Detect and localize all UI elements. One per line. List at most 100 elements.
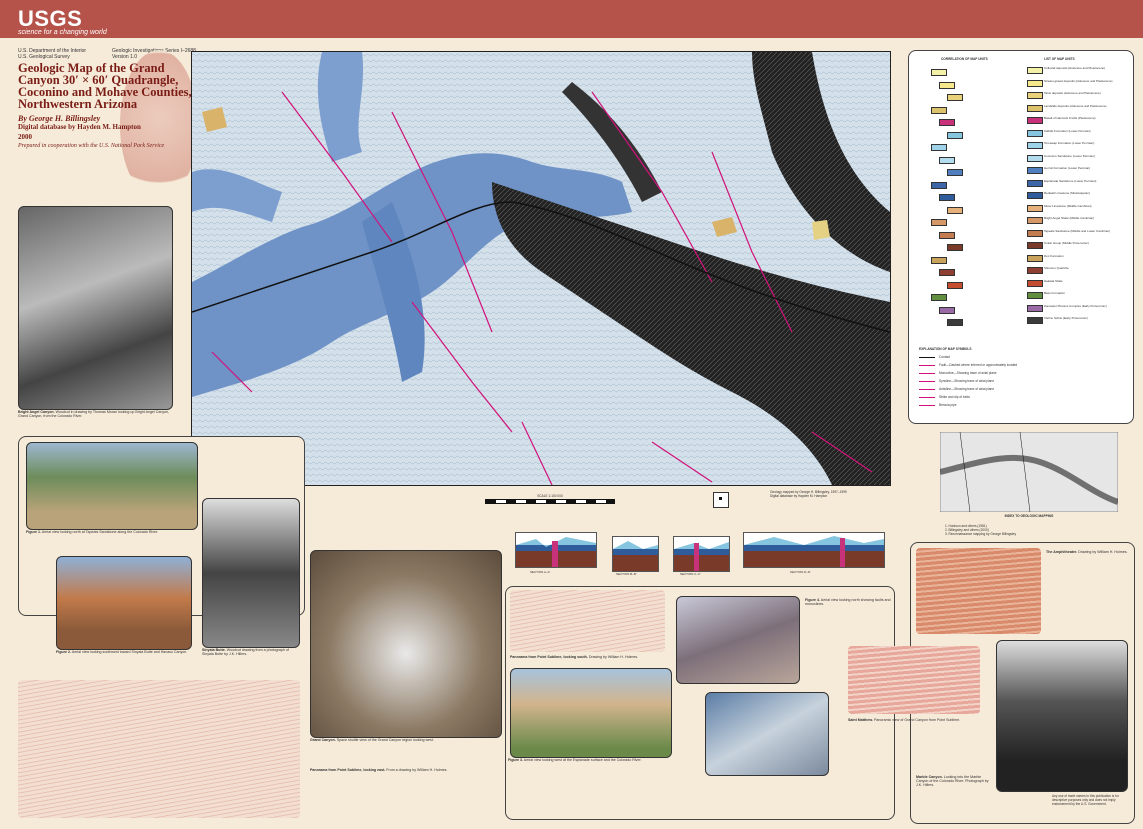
- caption-title: Grand Canyon.: [310, 738, 336, 742]
- caption-text: Aerial view looking west at the Esplanad…: [523, 758, 642, 762]
- photo-caption: Grand Canyon. Space shuttle view of the …: [310, 738, 500, 742]
- correlation-box: [931, 144, 947, 151]
- figure-1-photo[interactable]: [26, 442, 198, 530]
- correlation-box: [939, 81, 955, 89]
- unit-swatch: [1027, 317, 1043, 324]
- cross-section-a: [515, 532, 597, 568]
- correlation-box: [939, 119, 955, 126]
- publication-year: 2000: [18, 133, 32, 141]
- correlation-box: [931, 69, 947, 76]
- geologic-map[interactable]: [191, 51, 891, 486]
- unit-label: Dox Formation: [1044, 253, 1064, 258]
- cross-section-svg: [674, 542, 729, 571]
- legend-unit: Shinumo Quartzite: [1027, 266, 1127, 274]
- caption-text: Space shuttle view of the Grand Canyon r…: [336, 738, 434, 742]
- unit-label: Zoroaster Plutonic Complex (Early Proter…: [1044, 303, 1107, 308]
- legend-unit: Tapeats Sandstone (Middle and Lower Camb…: [1027, 228, 1127, 237]
- legend-unit: Stream-gravel deposits (Holocene and Ple…: [1027, 79, 1127, 87]
- correlation-box: [947, 94, 963, 101]
- correlation-box: [931, 219, 947, 226]
- agency-line: U.S. Geological Survey: [18, 54, 70, 60]
- symbol-line: [919, 397, 935, 398]
- unit-swatch: [1027, 179, 1043, 187]
- legend-unit: Kaibab Formation (Lower Permian): [1027, 128, 1127, 137]
- figure-2-photo[interactable]: [56, 556, 192, 650]
- unit-swatch: [1027, 92, 1043, 99]
- cross-section-label: SECTION B–B′: [616, 572, 637, 576]
- legend-unit: Unkar Group (Middle Proterozoic): [1027, 241, 1127, 249]
- correlation-box: [931, 181, 947, 189]
- amphitheater-drawing[interactable]: [916, 548, 1041, 634]
- correlation-box: [947, 206, 963, 214]
- unit-label: Vishnu Schist (Early Proterozoic): [1044, 316, 1088, 320]
- marble-canyon-photo[interactable]: [996, 640, 1128, 792]
- caption-text: From a drawing by William H. Holmes.: [386, 768, 448, 772]
- symbols-heading: EXPLANATION OF MAP SYMBOLS: [919, 347, 972, 351]
- legend-unit: Toroweap Formation (Lower Permian): [1027, 141, 1127, 149]
- photo-caption: Marble Canyon. Looking into the Marble C…: [916, 775, 991, 788]
- unit-label: Tapeats Sandstone (Middle and Lower Camb…: [1044, 228, 1111, 233]
- correlation-box: [947, 131, 963, 139]
- unit-label: Colluvial deposits (Holocene and Pleisto…: [1044, 66, 1106, 70]
- unit-swatch: [1027, 192, 1043, 199]
- legend-unit: Coconino Sandstone (Lower Permian): [1027, 153, 1127, 162]
- unit-swatch: [1027, 204, 1043, 212]
- unit-label: Unkar Group (Middle Proterozoic): [1044, 241, 1089, 245]
- symbol-label: Monocline—Showing trace of axial plane: [939, 371, 997, 375]
- unit-swatch: [1027, 229, 1043, 237]
- cross-section-d: [743, 532, 885, 568]
- figure-3-photo[interactable]: [510, 668, 672, 758]
- database-credit: Digital database by Hayden M. Hampton: [18, 123, 141, 131]
- correlation-box: [947, 244, 963, 251]
- panorama-sketch-east[interactable]: [18, 680, 300, 818]
- correlation-box: [947, 319, 963, 326]
- unit-swatch: [1027, 279, 1043, 287]
- index-map-inset: INDEX TO GEOLOGIC MAPPING: [939, 431, 1120, 518]
- space-shuttle-photo[interactable]: [310, 550, 502, 738]
- scale-label: SCALE 1:100 000: [537, 494, 563, 498]
- unit-swatch: [1027, 104, 1043, 112]
- figure-4-photo[interactable]: [676, 596, 800, 684]
- sinyala-butte-drawing[interactable]: [202, 498, 300, 648]
- unit-label: Kaibab Formation (Lower Permian): [1044, 128, 1091, 133]
- unit-label: Basalt of Hancock Knolls (Pleistocene): [1044, 116, 1096, 120]
- correlation-box: [939, 156, 955, 164]
- logo-text: USGS: [18, 6, 83, 31]
- unit-swatch: [1027, 167, 1043, 174]
- aerial-photo[interactable]: [705, 692, 829, 776]
- unit-swatch: [1027, 129, 1043, 137]
- title-block: Geologic Map of the Grand Canyon 30′ × 6…: [18, 62, 193, 149]
- unit-swatch: [1027, 79, 1043, 87]
- index-caption: INDEX TO GEOLOGIC MAPPING: [1004, 514, 1054, 518]
- footer-note: Any use of trade names in this publicati…: [1052, 794, 1119, 806]
- photo-caption: Figure 2. Aerial view looking southwest …: [56, 650, 190, 654]
- cooperation-note: Prepared in cooperation with the U.S. Na…: [18, 143, 165, 149]
- legend-unit: Esplanade Sandstone (Lower Permian): [1027, 179, 1127, 187]
- caption-title: The Amphitheater.: [1046, 550, 1078, 554]
- symbol-label: Anticline—Showing trace of axial plane: [939, 387, 995, 391]
- legend-unit: Bright Angel Shale (Middle Cambrian): [1027, 216, 1127, 224]
- legend-unit: Landslide deposits (Holocene and Pleisto…: [1027, 104, 1127, 112]
- caption-text: Drawing by William H. Holmes.: [1078, 550, 1128, 554]
- bright-angel-canyon-woodcut[interactable]: [18, 206, 173, 410]
- map-geology-credits: Geology mapped by George H. Billingsley,…: [770, 490, 885, 498]
- unit-label: Toroweap Formation (Lower Permian): [1044, 141, 1095, 145]
- legend-unit: Basalt of Hancock Knolls (Pleistocene): [1027, 116, 1127, 124]
- unit-swatch: [1027, 292, 1043, 299]
- usgs-logo[interactable]: USGS science for a changing world: [18, 6, 107, 36]
- unit-swatch: [1027, 117, 1043, 124]
- photo-caption: Saint Matthew. Panoramic view of Grand C…: [848, 718, 980, 722]
- usgs-banner: USGS science for a changing world: [0, 0, 1143, 38]
- unit-label: Hakatai Shale: [1044, 278, 1063, 283]
- unit-swatch: [1027, 267, 1043, 274]
- legend-unit: Hakatai Shale: [1027, 278, 1127, 287]
- landslide-deposit: [812, 220, 830, 240]
- unit-swatch: [1027, 304, 1043, 312]
- photo-caption: Figure 4. Aerial view looking north show…: [805, 598, 895, 606]
- symbol-line: [919, 357, 935, 358]
- legend-panel: CORRELATION OF MAP UNITS LIST OF MAP UNI…: [908, 50, 1134, 424]
- photo-caption: Sinyala Butte. Woodcut drawing from a ph…: [202, 648, 298, 656]
- symbol-line: [919, 373, 935, 374]
- unit-label: Coconino Sandstone (Lower Permian): [1044, 153, 1095, 158]
- point-sublime-drawing[interactable]: [848, 646, 980, 714]
